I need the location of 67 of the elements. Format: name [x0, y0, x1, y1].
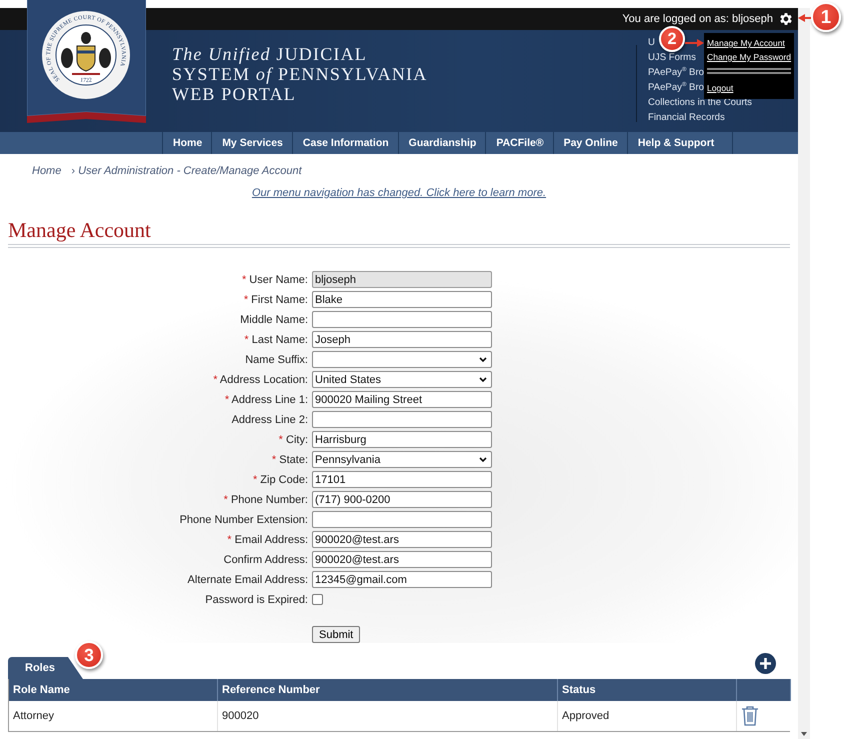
column-header: Reference Number — [218, 679, 558, 701]
breadcrumb-link[interactable]: Home — [32, 165, 62, 182]
field-label: * Phone Number: — [224, 494, 308, 506]
quick-link[interactable]: U — [648, 35, 655, 50]
scrollbar[interactable] — [798, 8, 810, 739]
quick-link[interactable]: PAePay$^{®}$ Bro — [648, 80, 704, 95]
table-header-cell — [737, 679, 791, 701]
field-label: Middle Name: — [240, 314, 308, 326]
field-label: * Address Line 1: — [224, 394, 308, 406]
field-label: * First Name: — [244, 294, 308, 306]
add-icon[interactable] — [755, 653, 776, 674]
input-field[interactable]: Blake — [312, 291, 492, 308]
input-field[interactable]: 900020 Mailing Street — [312, 391, 492, 408]
menu-link[interactable]: Logout — [707, 83, 734, 94]
step-badge: 1 — [811, 2, 841, 32]
input-field[interactable]: (717) 900-0200 — [312, 491, 492, 508]
column-header: Status — [558, 679, 737, 701]
input-field[interactable]: 900020@test.ars — [312, 551, 492, 568]
chevron-down-icon — [479, 376, 487, 382]
trash-icon[interactable] — [741, 706, 759, 726]
step-badge: 3 — [75, 641, 103, 669]
login-status: You are logged on as: bljoseph — [622, 13, 773, 25]
quick-link[interactable]: Financial Records — [648, 110, 725, 125]
checkbox[interactable] — [312, 594, 323, 605]
input-field[interactable]: 12345@gmail.com — [312, 571, 492, 588]
column-header: Role Name — [9, 679, 218, 701]
callout-arrow — [798, 14, 811, 22]
field-label: Confirm Address: — [224, 554, 308, 566]
field-label: Phone Number Extension: — [180, 514, 308, 526]
input-field[interactable] — [312, 311, 492, 328]
settings-icon[interactable] — [778, 11, 794, 27]
field-label: * Zip Code: — [252, 474, 308, 486]
chevron-down-icon — [479, 356, 487, 362]
quick-link[interactable]: PAePay$^{®}$ Bro — [648, 65, 704, 80]
chevron-down-icon — [479, 456, 487, 462]
field-label: Password is Expired: — [205, 594, 308, 606]
menu-link[interactable]: Manage My Account — [707, 38, 785, 49]
breadcrumb-separator: › — [71, 165, 76, 177]
input-field[interactable] — [312, 511, 492, 528]
field-label: * Last Name: — [244, 334, 308, 346]
input-field[interactable]: 17101 — [312, 471, 492, 488]
dropdown[interactable]: United States — [312, 371, 492, 388]
quick-link[interactable]: Collections in the Courts — [648, 95, 752, 110]
menu-link[interactable]: Change My Password — [707, 52, 792, 63]
input-field[interactable]: 900020@test.ars — [312, 531, 492, 548]
field-label: * City: — [278, 434, 308, 446]
input-field[interactable]: Harrisburg — [312, 431, 492, 448]
quick-link[interactable]: UJS Forms — [648, 50, 696, 65]
page-title: Manage Account — [8, 218, 151, 242]
notice-link[interactable]: Our menu navigation has changed. Click here to learn more. — [252, 187, 546, 199]
field-label: Name Suffix: — [245, 354, 308, 366]
breadcrumb-current: User Administration - Create/Manage Account — [78, 165, 302, 177]
input-field[interactable]: Joseph — [312, 331, 492, 348]
field-label: Address Line 2: — [232, 414, 308, 426]
field-label: Alternate Email Address: — [188, 574, 308, 586]
field-label: * State: — [272, 454, 308, 466]
input-field[interactable] — [312, 411, 492, 428]
dropdown[interactable]: Pennsylvania — [312, 451, 492, 468]
field-label: * User Name: — [242, 274, 308, 286]
callout-arrow — [685, 39, 704, 47]
scroll-down-icon[interactable] — [801, 732, 807, 736]
site-title: The Unified JUDICIAL SYSTEM of PENNSYLVANIA WEB PORTAL — [172, 43, 428, 106]
field-label: * Email Address: — [227, 534, 308, 546]
roles-tab[interactable]: Roles — [8, 657, 83, 679]
field-label: * Address Location: — [213, 374, 308, 386]
submit-button[interactable]: Submit — [312, 626, 360, 643]
dropdown[interactable] — [312, 351, 492, 368]
